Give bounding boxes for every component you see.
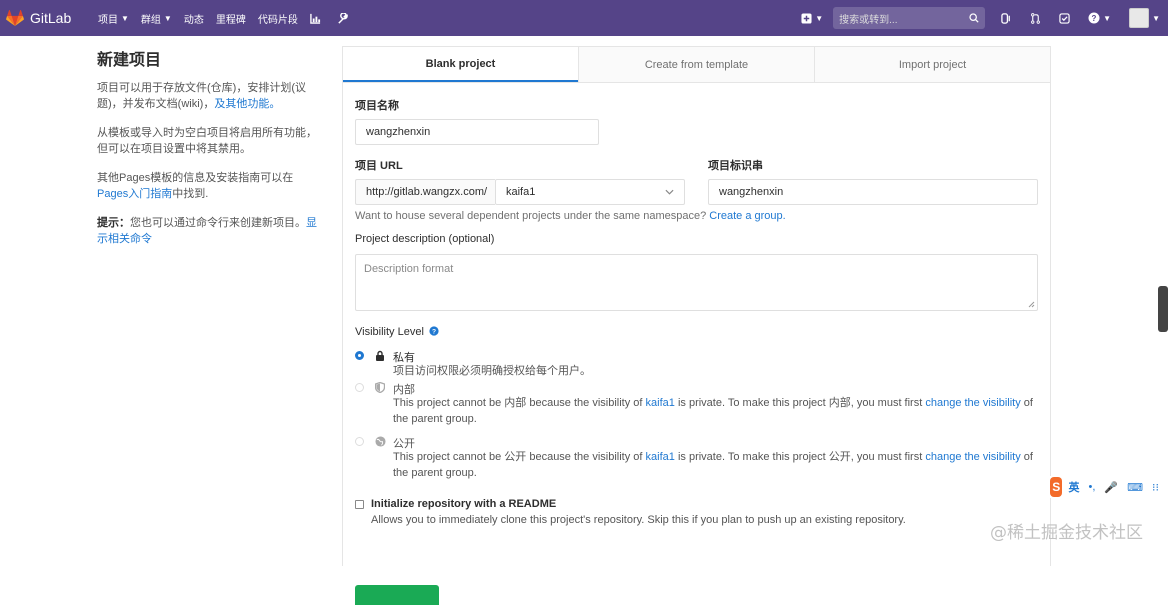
project-name-label: 项目名称 (355, 100, 399, 112)
tip-label: 提示： (97, 217, 130, 229)
new-project-panel: Blank project Create from template Impor… (342, 46, 1051, 605)
public-desc-text-2: is private. To make this project 公开, you… (677, 451, 923, 463)
sogou-logo-icon: S (1050, 477, 1063, 497)
svg-text:?: ? (1092, 14, 1097, 23)
internal-change-visibility-link[interactable]: change the visibility (925, 397, 1020, 409)
public-change-visibility-link[interactable]: change the visibility (925, 451, 1020, 463)
resize-handle-icon[interactable] (1028, 301, 1035, 308)
tip-text: 您也可以通过命令行来创建新项目。 (130, 217, 306, 229)
group-hint-text: Want to house several dependent projects… (355, 210, 707, 222)
merge-request-icon[interactable] (1030, 12, 1041, 24)
private-description: 项目访问权限必须明确授权给每个用户。 (393, 365, 591, 377)
group-hint: Want to house several dependent projects… (355, 210, 786, 222)
gitlab-brand: GitLab (30, 10, 72, 26)
project-description-textarea[interactable]: Description format (355, 254, 1038, 311)
chart-icon[interactable] (310, 13, 321, 24)
ime-toolbar[interactable]: S 英 •, 🎤 ⌨ ⁝⁝ (1050, 476, 1168, 498)
project-slug-label: 项目标识串 (708, 160, 763, 172)
internal-desc-text-1: This project cannot be 内部 because the vi… (393, 397, 643, 409)
search-icon (969, 13, 979, 23)
issues-icon[interactable] (1001, 12, 1012, 24)
microphone-icon[interactable]: 🎤 (1104, 481, 1118, 494)
help-icon[interactable]: ? ▼ (1088, 12, 1111, 24)
lock-icon (374, 349, 386, 361)
description-placeholder: Description format (364, 263, 454, 275)
tab-blank-project[interactable]: Blank project (343, 47, 578, 82)
chevron-down-icon: ▼ (121, 13, 129, 23)
project-tabs: Blank project Create from template Impor… (343, 47, 1050, 83)
sidebar-paragraph-4: 提示：您也可以通过命令行来创建新项目。显示相关命令 (97, 215, 322, 247)
sidebar-paragraph-3: 其他Pages模板的信息及安装指南可以在 Pages入门指南中找到. (97, 170, 322, 202)
ime-lang-toggle[interactable]: 英 (1068, 479, 1079, 495)
namespace-value: kaifa1 (506, 186, 536, 198)
shield-icon (374, 381, 386, 393)
keyboard-icon[interactable]: ⌨ (1127, 481, 1143, 494)
project-name-input[interactable]: wangzhenxin (355, 119, 599, 145)
chevron-down-icon: ▼ (815, 13, 824, 23)
project-url-label: 项目 URL (355, 160, 403, 172)
visibility-label: Visibility Level ? (355, 326, 439, 338)
internal-desc-text-2: is private. To make this project 内部, you… (677, 397, 923, 409)
search-placeholder: 搜索或转到... (839, 14, 898, 26)
public-description: This project cannot be 公开 because the vi… (393, 449, 1043, 481)
sidebar-paragraph-1: 项目可以用于存放文件(仓库)，安排计划(议题)，并发布文档(wiki)，及其他功… (97, 80, 322, 112)
public-desc-text-1: This project cannot be 公开 because the vi… (393, 451, 643, 463)
readme-description: Allows you to immediately clone this pro… (371, 514, 906, 526)
new-project-sidebar: 新建项目 项目可以用于存放文件(仓库)，安排计划(议题)，并发布文档(wiki)… (97, 46, 322, 260)
nav-groups[interactable]: 群组 ▼ (141, 11, 172, 26)
chevron-down-icon: ▼ (1103, 13, 1112, 23)
nav-activity[interactable]: 动态 (184, 11, 204, 26)
search-input[interactable]: 搜索或转到... (833, 7, 986, 29)
chevron-down-icon: ▼ (1152, 13, 1160, 23)
top-navbar: GitLab 项目▼ 群组▼ 动态 里程碑 代码片段 ▼ 搜索或转到... (0, 0, 1168, 36)
chevron-down-icon (665, 189, 674, 195)
chevron-down-icon: ▼ (163, 13, 172, 23)
nav-projects[interactable]: 项目 ▼ (98, 11, 129, 26)
sidebar-text-3-tail: 中找到. (172, 188, 209, 200)
watermark: @稀土掘金技术社区 (990, 523, 1143, 543)
question-circle-icon[interactable]: ? (429, 326, 439, 336)
user-menu[interactable]: ▼ (1129, 8, 1160, 28)
more-features-link[interactable]: 及其他功能。 (214, 98, 280, 110)
visibility-public-option: 公开 This project cannot be 公开 because the… (355, 435, 1035, 483)
avatar (1129, 8, 1150, 28)
namespace-select[interactable]: kaifa1 (495, 179, 685, 205)
visibility-label-text: Visibility Level (355, 326, 424, 338)
globe-icon (374, 435, 386, 447)
create-group-link[interactable]: Create a group. (709, 210, 785, 222)
page-title: 新建项目 (97, 50, 162, 69)
nav-milestones[interactable]: 里程碑 (216, 11, 246, 26)
todo-check-icon[interactable] (1059, 12, 1070, 24)
public-radio (355, 437, 364, 446)
tab-create-from-template[interactable]: Create from template (578, 47, 814, 82)
grid-menu-icon[interactable]: ⁝⁝ (1152, 481, 1159, 494)
url-prefix: http://gitlab.wangzx.com/ (355, 179, 495, 205)
public-group-link[interactable]: kaifa1 (646, 451, 675, 463)
sidebar-paragraph-2: 从模板或导入时为空白项目将启用所有功能，但可以在项目设置中将其禁用。 (97, 127, 317, 155)
nav-snippets[interactable]: 代码片段 (258, 11, 298, 26)
description-label: Project description (optional) (355, 233, 495, 245)
readme-label[interactable]: Initialize repository with a README (371, 498, 556, 510)
gitlab-home-link[interactable]: GitLab (6, 10, 86, 26)
internal-group-link[interactable]: kaifa1 (646, 397, 675, 409)
wrench-icon[interactable] (337, 12, 348, 24)
plus-square-icon[interactable]: ▼ (801, 12, 824, 24)
tab-import-project[interactable]: Import project (814, 47, 1050, 82)
internal-radio (355, 383, 364, 392)
create-project-button[interactable] (355, 585, 439, 605)
project-slug-input[interactable]: wangzhenxin (708, 179, 1038, 205)
private-radio[interactable] (355, 351, 364, 360)
nav-groups-label: 群组 (140, 14, 161, 26)
visibility-private-option[interactable]: 私有 项目访问权限必须明确授权给每个用户。 (355, 349, 1035, 379)
scrollbar-thumb[interactable] (1158, 286, 1168, 332)
gitlab-logo-icon (6, 10, 24, 26)
svg-text:?: ? (432, 329, 436, 336)
pages-guide-link[interactable]: Pages入门指南 (97, 188, 172, 200)
readme-checkbox[interactable] (355, 500, 364, 509)
internal-description: This project cannot be 内部 because the vi… (393, 395, 1043, 427)
ime-punctuation-icon[interactable]: •, (1088, 481, 1095, 493)
nav-projects-label: 项目 (98, 14, 118, 26)
visibility-internal-option: 内部 This project cannot be 内部 because the… (355, 381, 1035, 429)
sidebar-text-3: 其他Pages模板的信息及安装指南可以在 (97, 172, 294, 184)
